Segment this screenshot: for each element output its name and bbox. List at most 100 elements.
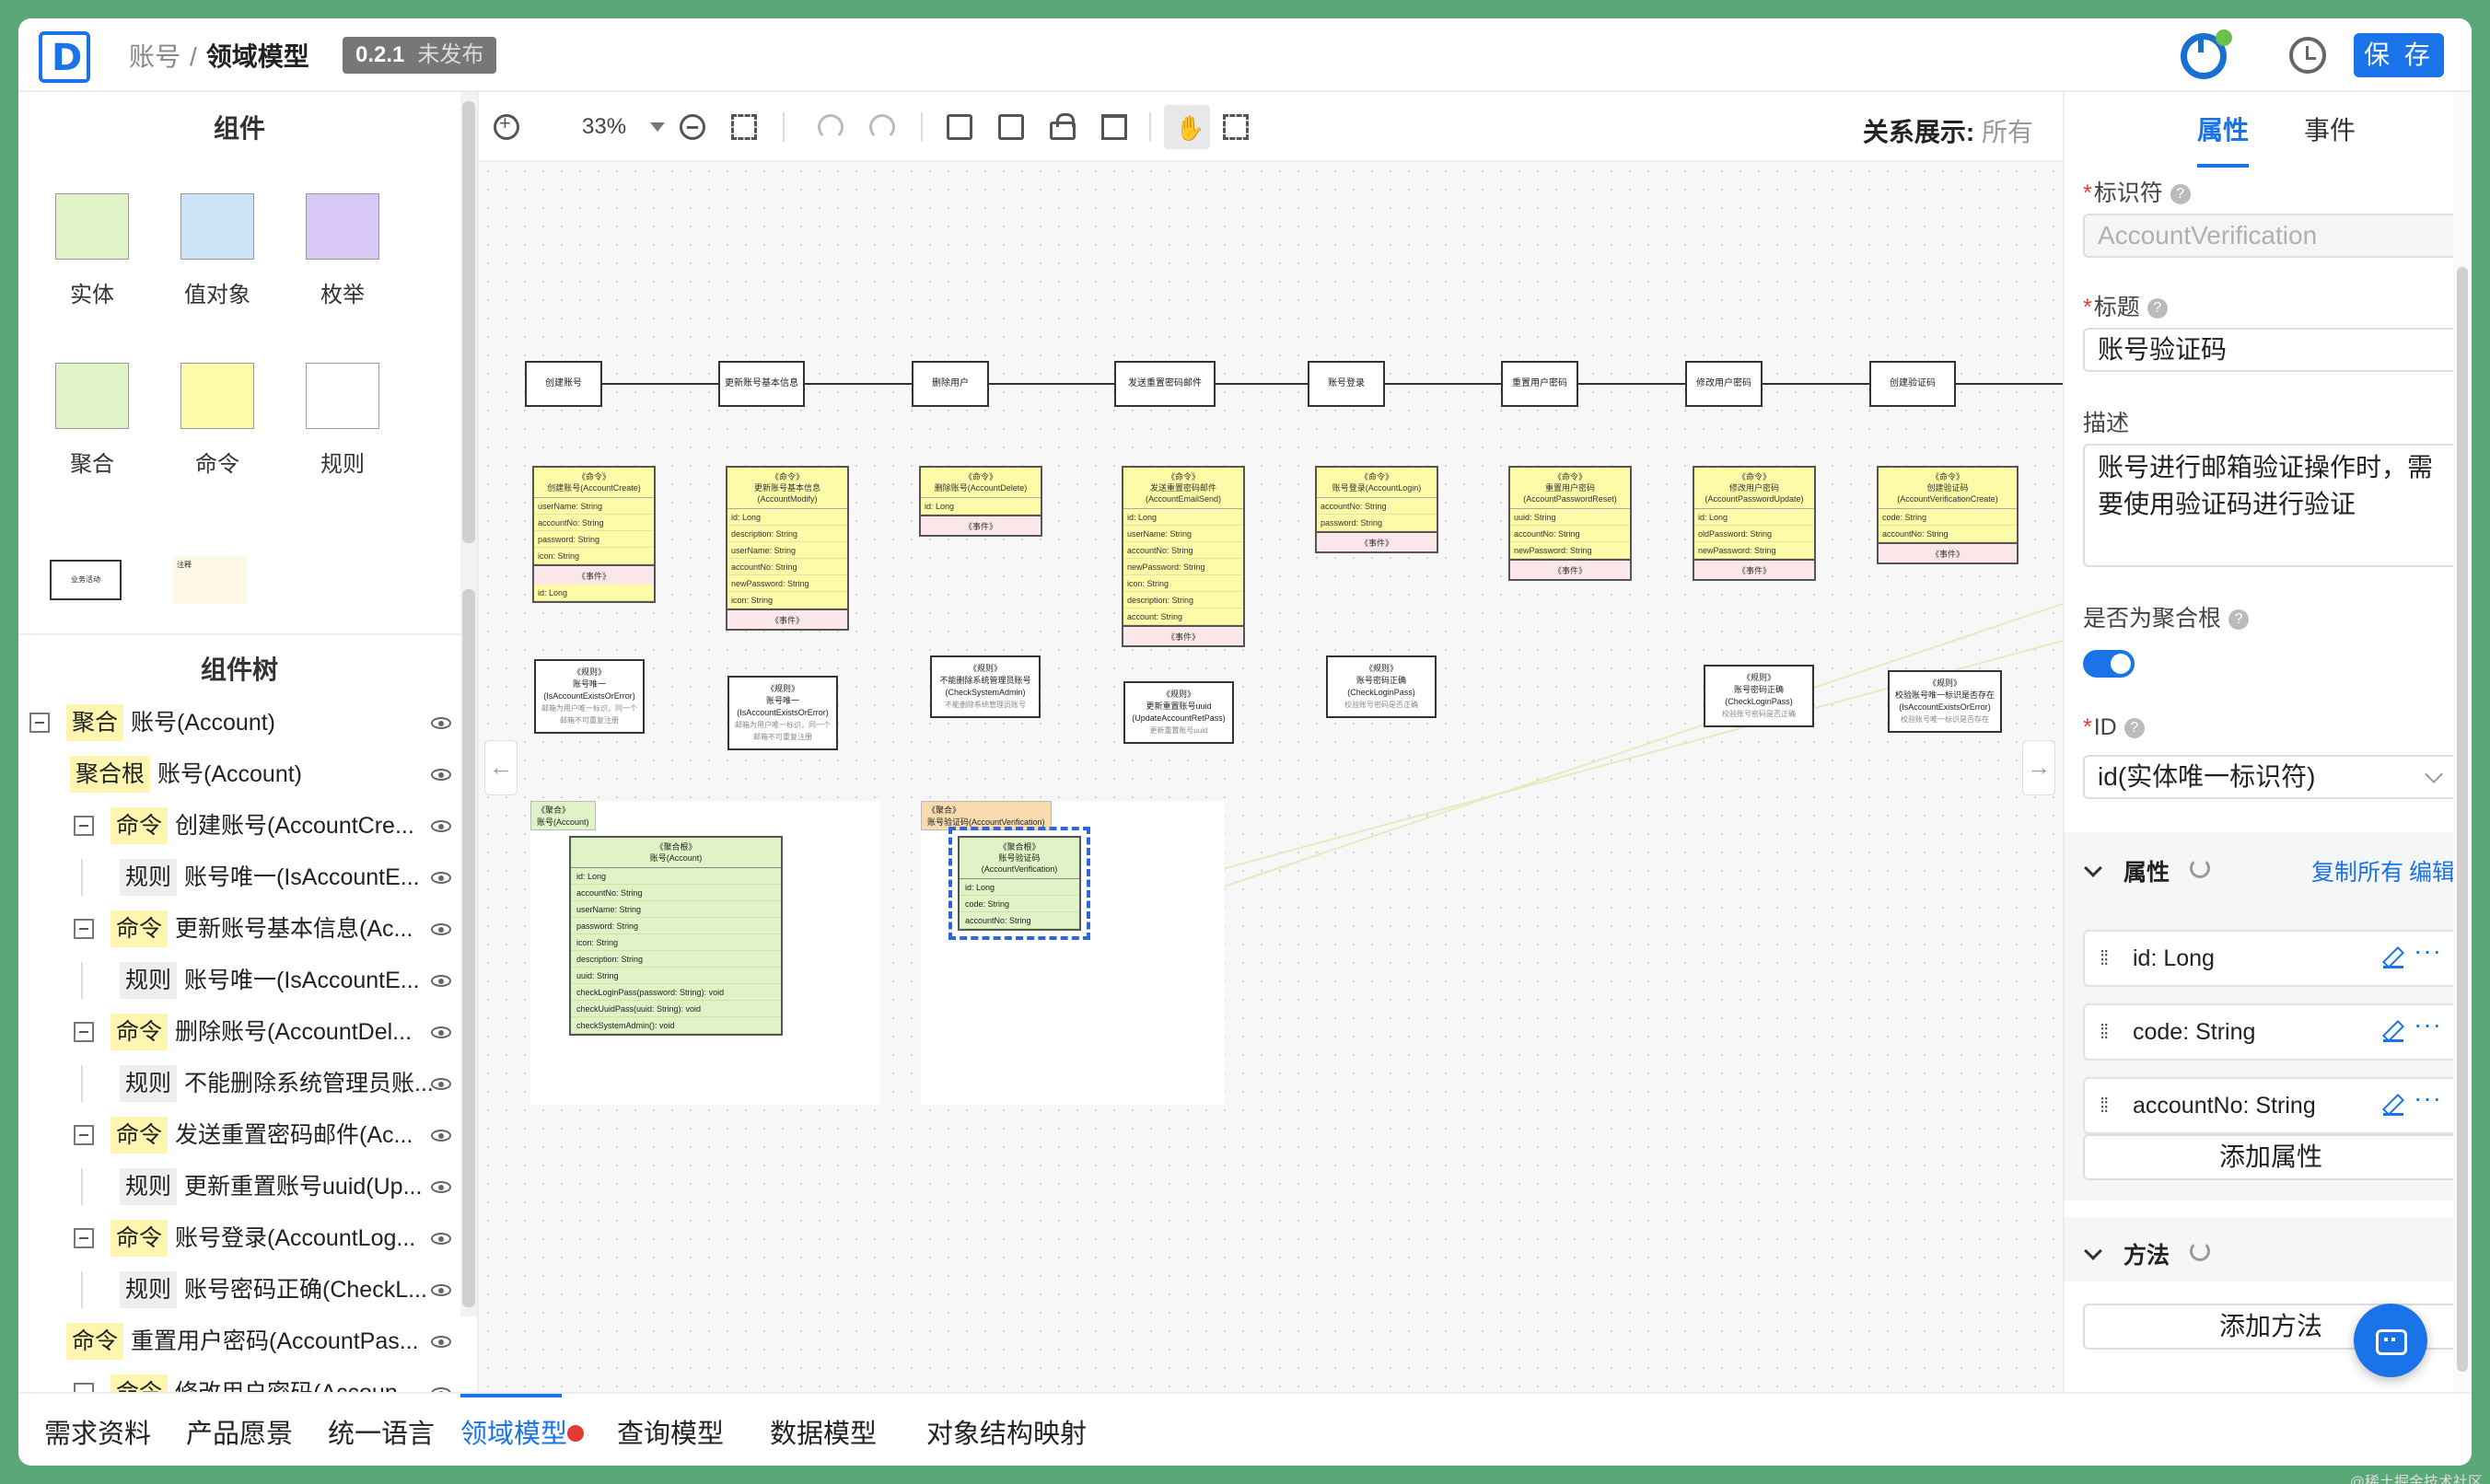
tree-node[interactable]: 规则 账号密码正确(CheckL... [18, 1271, 460, 1308]
help-icon[interactable]: ? [2123, 718, 2145, 739]
command-node[interactable]: 《命令》 创建账号(AccountCreate) userName: String a… [532, 466, 656, 603]
canvas-scroll-left-button[interactable]: ← [484, 740, 518, 795]
business-event-node[interactable]: 创建验证码 [1869, 361, 1956, 407]
relation-value[interactable]: 所有 [1982, 118, 2033, 146]
visibility-eye-icon[interactable] [431, 872, 451, 884]
component-entity[interactable]: 实体 [37, 193, 147, 308]
command-node[interactable]: 《命令》 重置用户密码(AccountPasswordReset) uuid: St… [1508, 466, 1632, 581]
aggregate-label[interactable]: 《聚合》 账号验证码(AccountVerification) [921, 801, 1052, 830]
lock-icon[interactable] [1050, 113, 1076, 140]
component-command[interactable]: 命令 [162, 363, 273, 478]
edit-pencil-icon[interactable] [2383, 1096, 2403, 1116]
more-options-icon[interactable]: ··· [2414, 998, 2442, 1051]
visibility-eye-icon[interactable] [431, 1026, 451, 1038]
bottom-tab[interactable]: 需求资料 [44, 1412, 151, 1451]
scroll-thumb[interactable] [462, 589, 475, 1307]
bottom-tab[interactable]: 统一语言 [328, 1412, 435, 1451]
bottom-tab[interactable]: 对象结构映射 [926, 1412, 1087, 1451]
drag-handle-icon[interactable]: ⁞⁞ [2100, 1005, 2109, 1059]
rule-node[interactable]: 《规则》 更新重置账号uuid (UpdateAccountRetPass) 更新重置… [1123, 681, 1234, 744]
refresh-methods-icon[interactable] [2190, 1241, 2210, 1261]
help-icon[interactable]: ? [2147, 298, 2168, 319]
bottom-tab[interactable]: 数据模型 [770, 1412, 877, 1451]
collapse-toggle-icon[interactable] [74, 1228, 94, 1248]
edit-pencil-icon[interactable] [2383, 1022, 2403, 1042]
pan-tool-button[interactable]: ✋ [1164, 105, 1210, 149]
visibility-eye-icon[interactable] [431, 1233, 451, 1245]
collapse-toggle-icon[interactable] [29, 713, 50, 733]
business-event-node[interactable]: 修改用户密码 [1685, 361, 1763, 407]
rule-node[interactable]: 《规则》 账号密码正确 (CheckLoginPass) 校验账号密码是否正确 [1326, 655, 1437, 718]
more-options-icon[interactable]: ··· [2414, 924, 2442, 978]
command-node[interactable]: 《命令》 发送重置密码邮件(AccountEmailSend) id: Long us… [1122, 466, 1245, 647]
rule-node[interactable]: 《规则》 账号唯一 (IsAccountExistsOrError) 邮箱为用户唯一标… [534, 659, 645, 734]
visibility-eye-icon[interactable] [431, 1336, 451, 1348]
business-event-node[interactable]: 发送重置密码邮件 [1114, 361, 1216, 407]
zoom-in-icon[interactable] [494, 111, 519, 140]
box-select-icon[interactable] [1223, 114, 1249, 140]
add-property-button[interactable]: 添加属性 [2083, 1134, 2459, 1180]
tree-node[interactable]: 规则 更新重置账号uuid(Up... [18, 1168, 460, 1205]
aggregate-label[interactable]: 《聚合》 账号(Account) [530, 801, 596, 830]
command-node[interactable]: 《命令》 删除账号(AccountDelete) id: Long 《事件》 [919, 466, 1042, 537]
undo-icon[interactable] [818, 114, 844, 140]
aggregate-root-entity[interactable]: 《聚合根》 账号验证码(AccountVerification) id: Long c… [948, 827, 1090, 940]
tree-node[interactable]: 命令 删除账号(AccountDel... [18, 1014, 460, 1050]
command-node[interactable]: 《命令》 账号登录(AccountLogin) accountNo: String p… [1315, 466, 1438, 553]
component-value-object[interactable]: 值对象 [162, 193, 273, 308]
visibility-eye-icon[interactable] [431, 717, 451, 729]
zoom-level[interactable]: 33% [582, 114, 626, 140]
history-icon[interactable] [2289, 37, 2326, 74]
tree-node[interactable]: 聚合根 账号(Account) [18, 756, 460, 793]
fit-screen-icon[interactable] [731, 114, 757, 140]
description-textarea[interactable]: 账号进行邮箱验证操作时，需要使用验证码进行验证 [2083, 444, 2459, 567]
rule-node[interactable]: 《规则》 校验账号唯一标识是否存在 (IsAccountExistsOrError)… [1888, 670, 2002, 733]
command-node[interactable]: 《命令》 更新账号基本信息(AccountModify) id: Long descr… [726, 466, 849, 631]
bottom-tab[interactable]: 查询模型 [617, 1412, 724, 1451]
tree-node[interactable]: 规则 不能删除系统管理员账... [18, 1065, 460, 1102]
app-logo-icon[interactable] [39, 31, 90, 83]
rule-node[interactable]: 《规则》 账号唯一 (IsAccountExistsOrError) 邮箱为用户唯一标… [727, 676, 838, 750]
business-event-node[interactable]: 删除用户 [912, 361, 989, 407]
drag-handle-icon[interactable]: ⁞⁞ [2100, 932, 2109, 985]
zoom-out-icon[interactable] [680, 114, 705, 140]
scroll-thumb[interactable] [2457, 267, 2468, 1372]
edit-properties-link[interactable]: 编辑 [2409, 854, 2455, 887]
refresh-properties-icon[interactable] [2190, 858, 2210, 878]
visibility-eye-icon[interactable] [431, 1284, 451, 1296]
bottom-tab[interactable]: 领域模型 [460, 1412, 567, 1451]
tree-node[interactable]: 规则 账号唯一(IsAccountE... [18, 859, 460, 896]
visibility-eye-icon[interactable] [431, 769, 451, 781]
right-scrollbar[interactable] [2453, 92, 2472, 1392]
zoom-dropdown-icon[interactable] [650, 122, 665, 132]
id-select[interactable]: id(实体唯一标识符) [2083, 755, 2459, 799]
bottom-tab[interactable]: 产品愿景 [186, 1412, 293, 1451]
model-canvas[interactable]: ← → 创建账号 更新账号基本信息 删除用户 发送重置密码邮件 账号登录 重置用户密码 修改… [479, 162, 2063, 1392]
command-node[interactable]: 《命令》 创建验证码(AccountVerificationCreate) code… [1877, 466, 2019, 564]
tree-node[interactable]: 命令 账号登录(AccountLog... [18, 1220, 460, 1257]
business-event-node[interactable]: 账号登录 [1308, 361, 1385, 407]
component-aggregate[interactable]: 聚合 [37, 363, 147, 478]
collapse-toggle-icon[interactable] [74, 1022, 94, 1042]
scroll-thumb[interactable] [462, 101, 475, 543]
collapse-toggle-icon[interactable] [74, 1125, 94, 1145]
drag-handle-icon[interactable]: ⁞⁞ [2100, 1079, 2109, 1132]
aggregate-root-toggle[interactable] [2083, 650, 2135, 678]
rule-node[interactable]: 《规则》 账号密码正确 (CheckLoginPass) 校验账号密码是否正确 [1704, 665, 1814, 727]
identifier-input[interactable]: AccountVerification [2083, 214, 2459, 258]
copy-all-link[interactable]: 复制所有 [2311, 854, 2403, 887]
visibility-eye-icon[interactable] [431, 923, 451, 935]
business-event-node[interactable]: 重置用户密码 [1501, 361, 1578, 407]
tab-properties[interactable]: 属性 [2197, 110, 2249, 147]
component-enum[interactable]: 枚举 [287, 193, 398, 308]
redo-icon[interactable] [869, 114, 895, 140]
tree-node[interactable]: 命令 更新账号基本信息(Ac... [18, 910, 460, 947]
help-icon[interactable]: ? [2228, 609, 2250, 631]
help-icon[interactable]: ? [2170, 184, 2191, 205]
property-card[interactable]: ⁞⁞ id: Long ··· [2083, 930, 2459, 987]
assistant-bot-button[interactable] [2354, 1304, 2427, 1377]
paste-icon[interactable] [998, 114, 1024, 140]
command-node[interactable]: 《命令》 修改用户密码(AccountPasswordUpdate) id: Lon… [1693, 466, 1816, 581]
tree-node[interactable]: 命令 发送重置密码邮件(Ac... [18, 1117, 460, 1154]
collapse-toggle-icon[interactable] [74, 919, 94, 939]
